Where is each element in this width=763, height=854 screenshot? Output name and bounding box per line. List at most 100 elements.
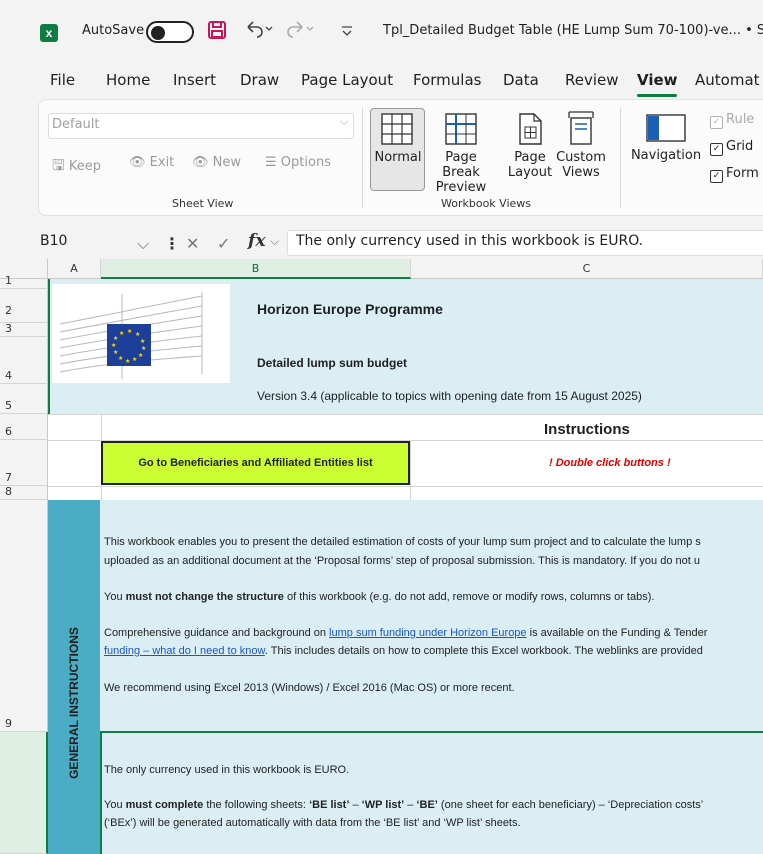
excel-logo-icon[interactable]: x bbox=[40, 24, 58, 42]
exit-button: 👁 Exit bbox=[129, 155, 175, 170]
save-icon[interactable] bbox=[207, 20, 227, 44]
svg-text:★: ★ bbox=[125, 358, 130, 365]
sheet-view-dropdown-value: Default bbox=[52, 117, 100, 132]
name-box-chevron-icon[interactable]: ⌵ bbox=[137, 234, 149, 254]
para-2: You must not change the structure of thi… bbox=[104, 591, 655, 603]
row-header-2[interactable]: 2 bbox=[0, 289, 48, 323]
svg-text:★: ★ bbox=[113, 335, 118, 342]
enter-icon[interactable]: ✓ bbox=[217, 234, 230, 253]
redo-icon[interactable] bbox=[286, 19, 316, 43]
svg-text:★: ★ bbox=[118, 355, 123, 362]
tab-formulas[interactable]: Formulas bbox=[413, 71, 481, 89]
chevron-down-icon[interactable]: ⌵ bbox=[270, 234, 279, 249]
tab-file[interactable]: File bbox=[50, 71, 75, 89]
row-header-8[interactable]: 8 bbox=[0, 485, 48, 500]
instructions-row-9 bbox=[100, 500, 763, 732]
row-header-6[interactable]: 6 bbox=[0, 414, 48, 440]
para-3-line-2: funding – what do I need to know. This i… bbox=[104, 645, 703, 657]
para-1-line-2: uploaded as an additional document at th… bbox=[104, 555, 700, 567]
svg-text:★: ★ bbox=[135, 331, 140, 338]
svg-text:★: ★ bbox=[119, 330, 124, 337]
eye-new-icon: 👁 bbox=[192, 155, 209, 170]
double-click-note: ! Double click buttons ! bbox=[549, 457, 671, 469]
svg-text:★: ★ bbox=[111, 342, 116, 349]
sheet-view-group-label: Sheet View bbox=[172, 197, 234, 210]
checkbox-checked-icon: ✓ bbox=[710, 143, 723, 156]
svg-text:★: ★ bbox=[138, 352, 143, 359]
budget-subtitle: Detailed lump sum budget bbox=[257, 356, 408, 370]
group-divider bbox=[620, 108, 621, 208]
programme-title: Horizon Europe Programme bbox=[257, 301, 443, 317]
version-text: Version 3.4 (applicable to topics with o… bbox=[257, 389, 642, 403]
para-6-line-2: (‘BEx’) will be generated automatically … bbox=[104, 817, 521, 829]
column-header-a[interactable]: A bbox=[48, 259, 101, 279]
para-4: We recommend using Excel 2013 (Windows) … bbox=[104, 682, 515, 694]
keep-button: 🖫 Keep bbox=[52, 156, 102, 174]
gridlines-checkbox[interactable]: ✓ Grid bbox=[710, 139, 753, 156]
svg-text:★: ★ bbox=[140, 338, 145, 345]
tab-draw[interactable]: Draw bbox=[240, 71, 279, 89]
row-header-1[interactable]: 1 bbox=[0, 274, 48, 289]
column-header-c[interactable]: C bbox=[411, 259, 763, 279]
general-instructions-label: GENERAL INSTRUCTIONS bbox=[67, 627, 81, 779]
cancel-icon[interactable]: ✕ bbox=[186, 234, 199, 253]
para-5: The only currency used in this workbook … bbox=[104, 764, 350, 776]
page-layout-icon[interactable] bbox=[515, 112, 545, 150]
ruler-checkbox: ✓ Rule bbox=[710, 112, 754, 129]
eye-exit-icon: 👁 bbox=[129, 155, 146, 170]
list-icon: ☰ bbox=[265, 155, 277, 170]
tab-automate[interactable]: Automat bbox=[695, 71, 760, 89]
checkbox-checked-icon: ✓ bbox=[710, 116, 723, 129]
customize-qat-icon[interactable] bbox=[340, 23, 354, 42]
tab-page-layout[interactable]: Page Layout bbox=[301, 71, 393, 89]
normal-view-label: Normal bbox=[374, 150, 422, 165]
autosave-toggle[interactable] bbox=[146, 21, 194, 43]
go-to-beneficiaries-button[interactable]: Go to Beneficiaries and Affiliated Entit… bbox=[101, 441, 410, 485]
selection-border bbox=[100, 731, 102, 854]
tab-review[interactable]: Review bbox=[565, 71, 619, 89]
group-divider bbox=[362, 108, 363, 208]
custom-views-icon[interactable] bbox=[565, 110, 597, 150]
new-button: 👁 New bbox=[192, 155, 242, 170]
toggle-knob bbox=[151, 26, 165, 40]
column-header-b[interactable]: B bbox=[101, 259, 411, 279]
save-icon: 🖫 bbox=[52, 156, 65, 174]
para-3-line-1: Comprehensive guidance and background on… bbox=[104, 627, 708, 639]
instructions-heading: Instructions bbox=[544, 421, 630, 438]
svg-text:★: ★ bbox=[127, 328, 132, 335]
navigation-button[interactable]: Navigation bbox=[630, 148, 702, 163]
gridline bbox=[48, 486, 763, 487]
row-header-3[interactable]: 3 bbox=[0, 322, 48, 337]
funding-guide-link[interactable]: funding – what do I need to know bbox=[104, 645, 265, 657]
undo-icon[interactable] bbox=[244, 19, 274, 43]
active-tab-indicator bbox=[637, 94, 677, 97]
autosave-label: AutoSave bbox=[82, 23, 145, 38]
tab-home[interactable]: Home bbox=[106, 71, 150, 89]
custom-views-button[interactable]: Custom Views bbox=[553, 150, 609, 180]
row-header-4[interactable]: 4 bbox=[0, 337, 48, 384]
lump-sum-funding-link[interactable]: lump sum funding under Horizon Europe bbox=[329, 627, 527, 639]
insert-function-icon[interactable]: fx bbox=[248, 231, 265, 251]
chevron-down-icon: ⌵ bbox=[340, 115, 349, 128]
tab-insert[interactable]: Insert bbox=[173, 71, 216, 89]
row-header-9[interactable]: 9 bbox=[0, 500, 48, 732]
selection-border bbox=[100, 731, 763, 733]
para-1-line-1: This workbook enables you to present the… bbox=[104, 536, 701, 548]
tab-data[interactable]: Data bbox=[503, 71, 539, 89]
row-header-5[interactable]: 5 bbox=[0, 384, 48, 414]
border-line bbox=[48, 279, 50, 414]
formula-bar-checkbox[interactable]: ✓ Form bbox=[710, 166, 759, 183]
svg-text:★: ★ bbox=[141, 345, 146, 352]
name-box[interactable]: B10 bbox=[40, 233, 67, 249]
row-header-10[interactable] bbox=[0, 732, 48, 854]
page-break-preview-icon[interactable] bbox=[444, 112, 478, 150]
svg-text:★: ★ bbox=[132, 356, 137, 363]
navigation-icon[interactable] bbox=[646, 112, 686, 148]
tab-view[interactable]: View bbox=[637, 71, 678, 89]
row-header-7[interactable]: 7 bbox=[0, 440, 48, 486]
page-break-preview-button[interactable]: Page Break Preview bbox=[425, 150, 497, 195]
para-6-line-1: You must complete the following sheets: … bbox=[104, 799, 704, 811]
checkbox-checked-icon: ✓ bbox=[710, 170, 723, 183]
page-layout-button[interactable]: Page Layout bbox=[505, 150, 555, 180]
document-title: Tpl_Detailed Budget Table (HE Lump Sum 7… bbox=[383, 23, 763, 38]
